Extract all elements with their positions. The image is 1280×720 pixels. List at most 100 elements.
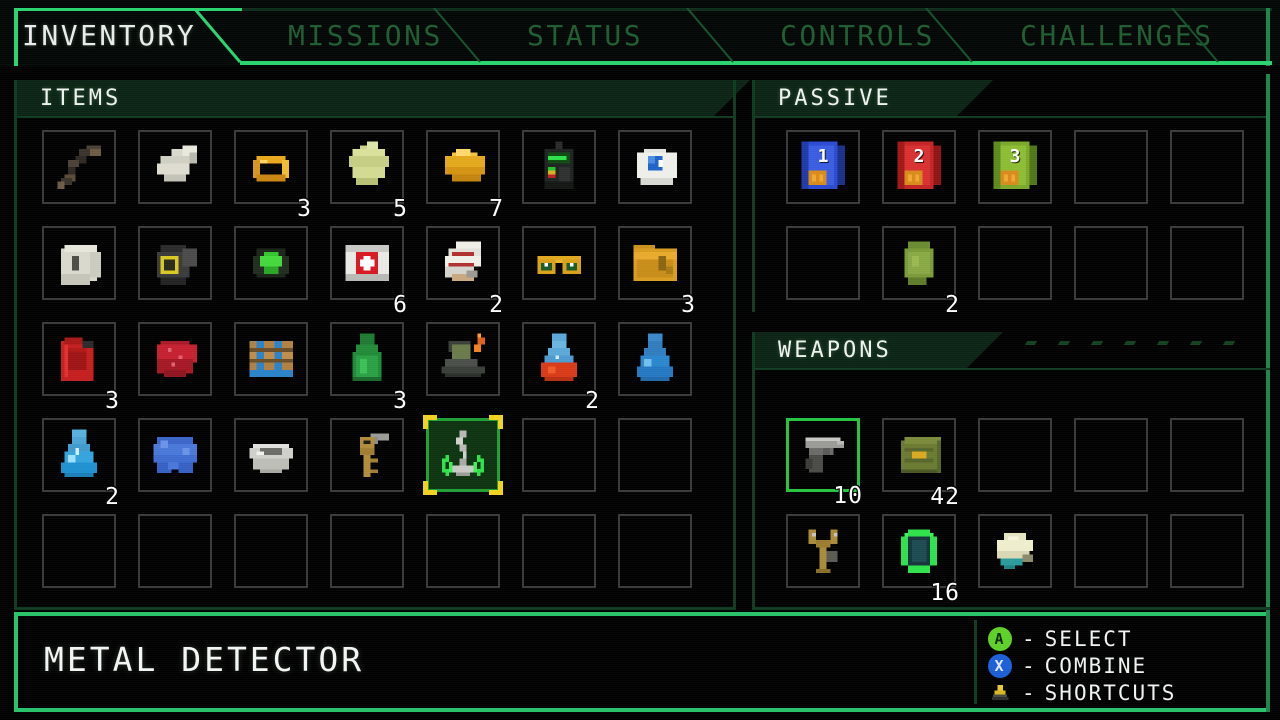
slot-empty[interactable]: [618, 514, 692, 588]
slot-bone[interactable]: [138, 130, 212, 204]
slot-gas-mask[interactable]: [138, 226, 212, 300]
slot-empty[interactable]: [786, 226, 860, 300]
tab-label: STATUS: [527, 18, 644, 52]
tab-missions[interactable]: MISSIONS: [288, 8, 443, 62]
slot-empty[interactable]: [1074, 514, 1148, 588]
red-flask-icon: [530, 330, 588, 388]
slot-empty[interactable]: [978, 226, 1052, 300]
legend-dash: -: [1022, 681, 1037, 705]
slot-red-flask[interactable]: 2: [522, 322, 599, 414]
slot-quantity: 2: [585, 388, 600, 414]
button-glyph-x-icon: X: [988, 654, 1012, 678]
slot-bandage-roll[interactable]: 2: [426, 226, 503, 318]
metal-detector-icon: [435, 427, 491, 483]
slot-empty[interactable]: [1074, 130, 1148, 204]
slot-empty[interactable]: [330, 514, 404, 588]
slot-radio[interactable]: [522, 130, 596, 204]
slot-blue-cloth[interactable]: [138, 418, 212, 492]
slot-wood-planks[interactable]: [234, 322, 308, 396]
crowbar-icon: [50, 138, 108, 196]
passive-slot-badge: 2: [913, 146, 925, 167]
slot-slingshot[interactable]: [786, 514, 860, 588]
slot-green-bottle[interactable]: 3: [330, 322, 407, 414]
legend-action-label: COMBINE: [1044, 654, 1148, 678]
blue-cloth-icon: [146, 426, 204, 484]
slot-green-pouch[interactable]: 2: [882, 226, 959, 318]
tab-inventory[interactable]: INVENTORY: [22, 8, 196, 62]
slot-empty[interactable]: [138, 514, 212, 588]
weapons-header-dash: [1090, 341, 1104, 345]
slot-gold-coin[interactable]: 7: [426, 130, 503, 222]
slot-empty[interactable]: [618, 418, 692, 492]
slot-leaf-map[interactable]: 5: [330, 130, 407, 222]
inventory-screen: INVENTORY MISSIONS STATUS CONTROLS CHALLENGE…: [0, 0, 1280, 720]
slot-eyeball[interactable]: [618, 130, 692, 204]
emerald-rock-icon: [242, 234, 300, 292]
slot-red-book[interactable]: 2: [882, 130, 956, 204]
slot-water-flask[interactable]: 2: [42, 418, 119, 510]
tab-status[interactable]: STATUS: [527, 8, 643, 62]
slot-blue-book[interactable]: 1: [786, 130, 860, 204]
legend-row-combine: X - COMBINE: [988, 653, 1147, 679]
button-glyph-a-icon: A: [988, 627, 1012, 651]
weapons-header-dash: [1222, 341, 1236, 345]
slot-ammo-crate[interactable]: 42: [882, 418, 959, 510]
tab-separator: [686, 8, 734, 63]
passive-panel-underline: [752, 116, 1270, 118]
slot-throwing-rock[interactable]: [978, 514, 1052, 588]
slot-crowbar[interactable]: [42, 130, 116, 204]
footer-bar: METAL DETECTOR A - SELECT X - COMBINE - SHORTCU…: [14, 612, 1270, 712]
slot-empty[interactable]: [978, 418, 1052, 492]
items-panel-underline: [14, 116, 736, 118]
tab-controls[interactable]: CONTROLS: [780, 8, 935, 62]
passive-slot-badge: 3: [1009, 146, 1021, 167]
footer-left-border: [14, 612, 18, 712]
slot-toilet-paper[interactable]: [42, 226, 116, 300]
items-header-angle: [714, 80, 750, 116]
key-icon: [338, 426, 396, 484]
slot-green-orb[interactable]: 16: [882, 514, 959, 606]
slot-empty[interactable]: [522, 418, 596, 492]
slot-fuel-can[interactable]: 3: [42, 322, 119, 414]
slot-empty[interactable]: [1170, 130, 1244, 204]
slot-emerald-rock[interactable]: [234, 226, 308, 300]
slot-empty[interactable]: [522, 514, 596, 588]
slot-empty[interactable]: [1074, 418, 1148, 492]
raw-meat-icon: [146, 330, 204, 388]
legend-action-label: SELECT: [1044, 627, 1133, 651]
slot-key[interactable]: [330, 418, 404, 492]
toilet-paper-icon: [50, 234, 108, 292]
slot-empty[interactable]: [426, 514, 500, 588]
slot-raw-meat[interactable]: [138, 322, 212, 396]
slot-metal-detector[interactable]: [423, 415, 503, 495]
selected-item-name: METAL DETECTOR: [44, 640, 365, 679]
slot-empty[interactable]: [1074, 226, 1148, 300]
slot-green-book[interactable]: 3: [978, 130, 1052, 204]
slot-blue-flask[interactable]: [618, 322, 692, 396]
slot-quantity: 10: [833, 483, 863, 509]
slot-empty[interactable]: [1170, 418, 1244, 492]
slot-empty[interactable]: [1170, 226, 1244, 300]
green-bottle-icon: [338, 330, 396, 388]
slot-empty[interactable]: [1170, 514, 1244, 588]
slot-camp-stove[interactable]: [426, 322, 500, 396]
items-panel-bottom-rail: [14, 607, 736, 610]
slot-first-aid-kit[interactable]: 6: [330, 226, 407, 318]
items-panel-title: ITEMS: [40, 85, 122, 111]
slingshot-icon: [794, 522, 852, 580]
bone-icon: [146, 138, 204, 196]
slot-folder[interactable]: 3: [618, 226, 695, 318]
slot-empty[interactable]: [234, 514, 308, 588]
slot-sunglasses[interactable]: [522, 226, 596, 300]
sunglasses-icon: [530, 234, 588, 292]
slot-pistol[interactable]: 10: [786, 418, 862, 509]
pistol-icon: [795, 427, 851, 483]
gas-mask-icon: [146, 234, 204, 292]
legend-dash: -: [1022, 627, 1037, 651]
items-panel-right-rail: [733, 80, 736, 610]
weapons-header-dash: [1057, 341, 1071, 345]
slot-metal-bowl[interactable]: [234, 418, 308, 492]
slot-gold-ring[interactable]: 3: [234, 130, 311, 222]
fuel-can-icon: [50, 330, 108, 388]
slot-empty[interactable]: [42, 514, 116, 588]
